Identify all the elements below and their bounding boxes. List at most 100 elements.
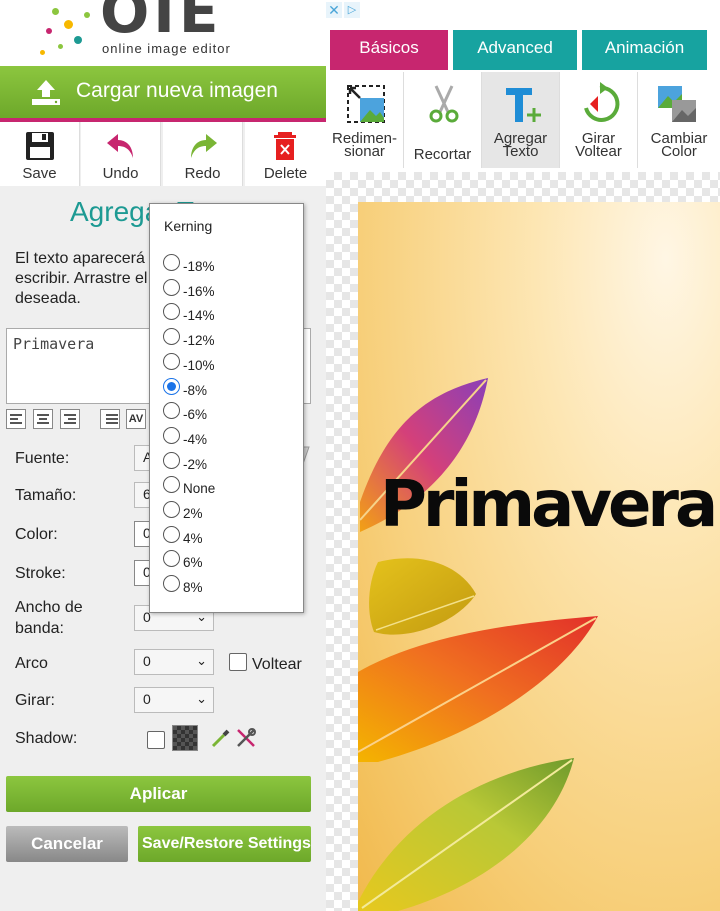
logo-dot [64,20,73,29]
resize-label: Redimen-sionar [331,130,398,160]
delete-label: Delete [263,165,308,182]
apply-button[interactable]: Aplicar [6,776,311,812]
kerning-option-label: -6% [183,407,208,423]
change-color-tool[interactable]: Cambiar Color [638,72,720,168]
radio-button[interactable] [163,575,180,593]
edited-image[interactable] [358,202,720,911]
band-width-label-2: banda: [15,620,64,637]
trash-icon [274,132,296,160]
upload-icon [32,80,60,105]
band-width-label: Ancho de [15,599,83,616]
flip-label: Voltear [252,656,302,673]
align-center-button[interactable] [33,409,53,429]
rotate-flip-tool[interactable]: Girar Voltear [560,72,638,168]
add-text-label: Agregar Texto [493,130,548,160]
add-text-icon [506,88,541,122]
arc-select[interactable]: 0 ⌄ [134,649,214,675]
resize-tool[interactable]: Redimen-sionar [326,72,404,168]
tab-basicos[interactable]: Básicos [330,30,448,70]
kerning-option-label: -2% [183,456,208,472]
add-text-tool[interactable]: Agregar Texto [482,72,560,168]
rotate-label: Girar: [15,692,55,709]
ad-choices-icon[interactable]: ▷ [344,2,360,18]
kerning-option-label: 2% [183,506,203,521]
kerning-option-label: -14% [183,308,215,324]
upload-new-image-button[interactable]: Cargar nueva imagen [0,66,326,122]
radio-button[interactable] [163,303,180,321]
font-label: Fuente: [15,450,70,467]
radio-button[interactable] [163,328,180,346]
eyedropper-icon[interactable] [210,727,232,749]
save-restore-settings-button[interactable]: Save/Restore Settings [138,826,311,862]
kerning-popup: Kerning -18% -16% -14% -12% -10% -8% -6% -4% -2%… [149,203,304,613]
save-label: Save [22,165,57,182]
logo-dot [58,44,63,49]
kerning-option-label: 6% [183,555,203,571]
chevron-down-icon: ⌄ [196,691,207,706]
scissors-icon [429,85,459,123]
tab-advanced[interactable]: Advanced [453,30,577,70]
radio-button[interactable] [163,254,180,271]
radio-button[interactable] [163,525,180,543]
radio-button[interactable] [163,476,180,494]
kerning-button[interactable]: AV [126,409,146,429]
logo-dot [40,50,45,55]
kerning-option-label: -8% [183,382,208,398]
change-color-icon [658,86,696,122]
logo-dot [74,36,82,44]
image-text-overlay[interactable]: Primavera [380,468,718,542]
radio-button[interactable] [163,402,180,420]
ad-close-icon[interactable]: ✕ [326,2,342,18]
radio-button[interactable] [163,377,180,395]
radio-button[interactable] [163,451,180,469]
align-left-button[interactable] [6,409,26,429]
tab-bar: Básicos Advanced Animación [326,22,720,76]
undo-label: Undo [102,165,139,182]
kerning-option-label: -10% [183,357,215,373]
rotate-value: 0 [143,691,151,707]
align-right-button[interactable] [60,409,80,429]
kerning-option-label: 4% [183,530,203,546]
cancel-button[interactable]: Cancelar [6,826,128,862]
tool-strip: Redimen-sionar Recortar Agregar Texto Gir… [326,72,720,168]
save-button[interactable]: Save [0,122,80,186]
undo-arrow-icon [107,134,133,158]
chevron-down-icon: ⌄ [196,653,207,668]
stroke-label: Stroke: [15,565,66,582]
delete-button[interactable]: Delete [245,122,326,186]
kerning-option-label: -4% [183,431,208,447]
color-label: Color: [15,526,58,543]
logo-subtitle: online image editor [102,41,231,56]
kerning-option-label: -12% [183,333,215,349]
redo-button[interactable]: Redo [163,122,243,186]
radio-button[interactable] [163,278,180,296]
ad-bar: ✕ ▷ [326,0,720,22]
redo-label: Redo [184,165,221,182]
tools-settings-icon[interactable] [234,726,258,750]
crop-label: Recortar [413,146,472,163]
flip-checkbox[interactable] [229,653,247,671]
tab-animacion[interactable]: Animación [582,30,707,70]
crop-tool[interactable]: Recortar [404,72,482,168]
kerning-option-label: 8% [183,580,203,596]
undo-button[interactable]: Undo [81,122,161,186]
shadow-checkbox[interactable] [147,731,165,749]
editor-panel: OIE online image editor Cargar nueva ima… [0,0,326,911]
kerning-option-label: -18% [183,259,215,274]
radio-button[interactable] [163,352,180,370]
edit-toolbar: Save Undo Redo Delete [0,122,326,186]
resize-icon [347,85,385,123]
rotate-select[interactable]: 0 ⌄ [134,687,214,713]
shadow-color-swatch[interactable] [172,725,198,751]
rotate-flip-label: Girar Voltear [575,130,622,160]
change-color-label: Cambiar Color [650,130,708,160]
logo[interactable]: OIE online image editor [0,0,326,66]
radio-button[interactable] [163,426,180,444]
radio-button[interactable] [163,501,180,518]
rotate-flip-icon [584,82,620,122]
size-label: Tamaño: [15,487,77,504]
radio-button[interactable] [163,550,180,568]
line-spacing-button[interactable] [100,409,120,429]
logo-letters: OIE [100,0,223,46]
arc-label: Arco [15,655,48,672]
